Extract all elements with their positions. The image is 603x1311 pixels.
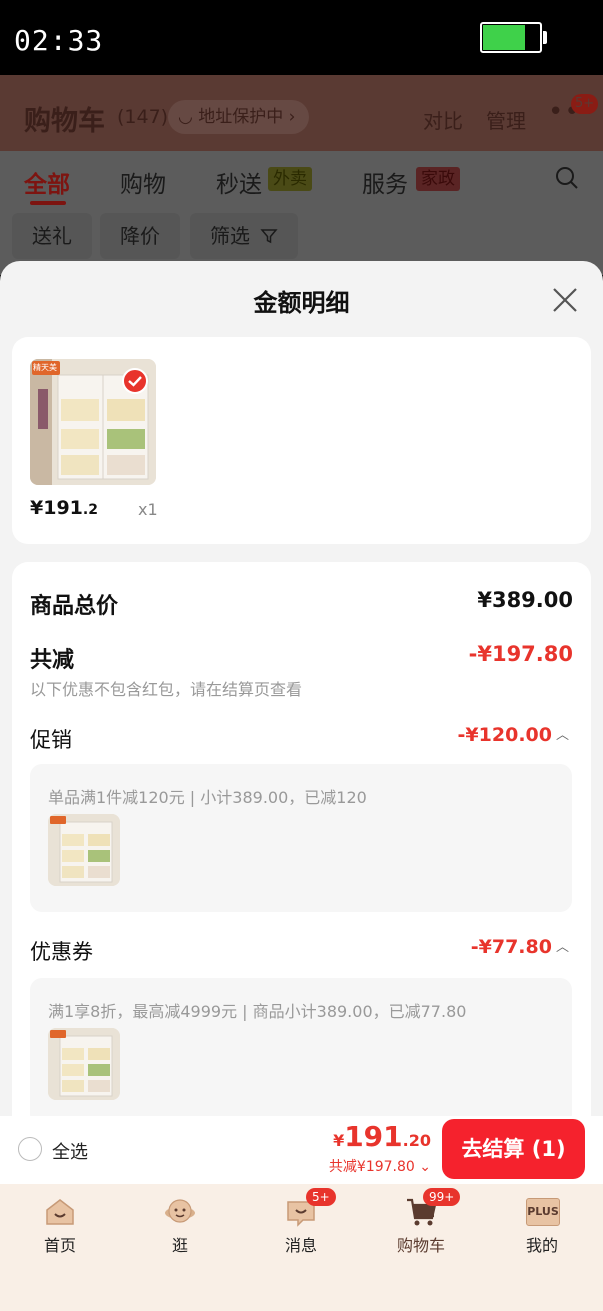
filter-label: 筛选 bbox=[210, 224, 250, 248]
total-reduce-note: 以下优惠不包含红包，请在结算页查看 bbox=[30, 680, 303, 699]
coupon-value: -¥77.80 bbox=[470, 936, 552, 958]
total-price: ¥191.20 bbox=[333, 1120, 431, 1153]
shield-smile-icon: ◡ bbox=[178, 107, 199, 127]
saved-amount: 共减¥197.80 bbox=[328, 1159, 415, 1175]
cart-count: (147) bbox=[117, 106, 169, 128]
cart-header: 购物车 (147) ◡ 地址保护中 › 对比 管理 ••• 5+ bbox=[0, 75, 603, 151]
tab-all[interactable]: 全部 bbox=[24, 165, 70, 199]
tab-shopping[interactable]: 购物 bbox=[120, 165, 166, 199]
filter-chip-price-drop[interactable]: 降价 bbox=[100, 213, 180, 259]
promo-detail-box: 单品满1件减120元 | 小计389.00，已减120 bbox=[30, 764, 572, 912]
nav-home-label: 首页 bbox=[43, 1236, 76, 1255]
chevron-up-icon: ︿ bbox=[555, 940, 569, 955]
item-price: ¥191.2 bbox=[30, 497, 98, 519]
flash-tag: 外卖 bbox=[268, 167, 312, 191]
battery-level-fill bbox=[483, 25, 525, 50]
status-time: 02:33 bbox=[14, 24, 104, 57]
compare-link[interactable]: 对比 bbox=[423, 105, 463, 134]
shelf-image-small bbox=[48, 814, 120, 886]
filter-chip-gift[interactable]: 送礼 bbox=[12, 213, 92, 259]
coupon-label: 优惠券 bbox=[30, 940, 93, 964]
category-tabs: 全部 购物 秒送 外卖 服务 家政 送礼 降价 筛选 bbox=[0, 151, 603, 275]
total-price-dec: .20 bbox=[402, 1131, 431, 1150]
promo-label: 促销 bbox=[30, 728, 72, 752]
status-bar: 02:33 bbox=[0, 0, 603, 75]
nav-mine-label: 我的 bbox=[525, 1236, 558, 1255]
item-price-dec: .2 bbox=[82, 502, 98, 518]
search-icon[interactable] bbox=[554, 165, 580, 191]
filter-row: 送礼 降价 筛选 bbox=[0, 213, 603, 263]
select-all-checkbox[interactable] bbox=[18, 1137, 42, 1161]
promo-toggle[interactable]: -¥120.00 ︿ bbox=[458, 724, 569, 746]
nav-mine[interactable]: PLUS 我的 bbox=[492, 1192, 592, 1256]
nav-messages[interactable]: 5+ 消息 bbox=[251, 1188, 351, 1256]
cart-title: 购物车 bbox=[24, 106, 105, 137]
total-reduce-label: 共减 bbox=[30, 648, 75, 673]
sheet-title: 金额明细 bbox=[253, 289, 350, 317]
cart-badge: 99+ bbox=[423, 1188, 461, 1206]
promo-detail-text: 单品满1件减120元 | 小计389.00，已减120 bbox=[48, 788, 367, 807]
plus-member-icon: PLUS bbox=[526, 1198, 560, 1226]
cart-page-background: 购物车 (147) ◡ 地址保护中 › 对比 管理 ••• 5+ 全部 购物 秒… bbox=[0, 75, 603, 275]
select-all-label[interactable]: 全选 bbox=[52, 1138, 88, 1164]
nav-browse-label: 逛 bbox=[171, 1236, 188, 1255]
chevron-up-icon: ︿ bbox=[555, 728, 569, 743]
item-quantity: x1 bbox=[138, 500, 158, 519]
checkout-bar: 全选 ¥191.20 共减¥197.80 ⌄ 去结算 (1) bbox=[0, 1116, 603, 1184]
coupon-detail-text: 满1享8折，最高减4999元 | 商品小计389.00，已减77.80 bbox=[48, 1002, 467, 1021]
coupon-toggle[interactable]: -¥77.80 ︿ bbox=[471, 936, 569, 958]
coupon-detail-box: 满1享8折，最高减4999元 | 商品小计389.00，已减77.80 bbox=[30, 978, 572, 1116]
saved-amount-toggle[interactable]: 共减¥197.80 ⌄ bbox=[329, 1156, 431, 1176]
store-tag-text: 精天美 bbox=[33, 363, 57, 372]
tab-flash[interactable]: 秒送 bbox=[216, 165, 262, 199]
coupon-product-thumbnail bbox=[48, 1028, 120, 1100]
manage-link[interactable]: 管理 bbox=[486, 105, 526, 134]
chevron-right-icon: › bbox=[283, 107, 296, 127]
bottom-nav: 首页 逛 5+ 消息 99+ 购物车 PLUS 我的 bbox=[0, 1184, 603, 1311]
battery-icon bbox=[480, 22, 542, 53]
price-detail-card: 商品总价 ¥389.00 共减 -¥197.80 以下优惠不包含红包，请在结算页… bbox=[12, 562, 591, 1116]
total-reduce-value: -¥197.80 bbox=[468, 642, 573, 666]
shelf-image-small bbox=[48, 1028, 120, 1100]
nav-cart[interactable]: 99+ 购物车 bbox=[371, 1188, 471, 1256]
address-protection-pill[interactable]: ◡ 地址保护中 › bbox=[168, 100, 310, 134]
more-badge: 5+ bbox=[571, 94, 599, 114]
amount-detail-sheet: 金额明细 精天美 ¥191.2 x1 商品总价 ¥389.00 共减 -¥197… bbox=[0, 261, 603, 1116]
filter-chip-filter[interactable]: 筛选 bbox=[190, 213, 299, 259]
service-tag: 家政 bbox=[416, 167, 460, 191]
nav-messages-label: 消息 bbox=[284, 1236, 317, 1255]
check-icon bbox=[122, 368, 148, 394]
funnel-icon bbox=[260, 229, 278, 244]
nav-home[interactable]: 首页 bbox=[10, 1192, 110, 1256]
promo-product-thumbnail bbox=[48, 814, 120, 886]
tab-service[interactable]: 服务 bbox=[362, 165, 408, 199]
promo-value: -¥120.00 bbox=[457, 724, 552, 746]
chevron-down-icon: ⌄ bbox=[414, 1159, 431, 1175]
checkout-button[interactable]: 去结算 (1) bbox=[442, 1119, 585, 1179]
browse-icon bbox=[165, 1199, 195, 1223]
tab-active-underline bbox=[30, 201, 66, 205]
home-icon bbox=[46, 1199, 74, 1225]
total-price-currency: ¥ bbox=[333, 1131, 345, 1150]
address-protection-label: 地址保护中 bbox=[198, 107, 284, 127]
close-icon[interactable] bbox=[548, 283, 582, 317]
messages-badge: 5+ bbox=[306, 1188, 336, 1206]
selected-items-card: 精天美 ¥191.2 x1 bbox=[12, 337, 591, 544]
nav-browse[interactable]: 逛 bbox=[130, 1192, 230, 1256]
total-price-int: 191 bbox=[344, 1120, 403, 1153]
nav-cart-label: 购物车 bbox=[396, 1236, 445, 1255]
battery-tip bbox=[543, 31, 547, 44]
goods-total-value: ¥389.00 bbox=[477, 588, 573, 612]
item-price-int: ¥191 bbox=[30, 497, 83, 519]
goods-total-label: 商品总价 bbox=[30, 594, 119, 619]
